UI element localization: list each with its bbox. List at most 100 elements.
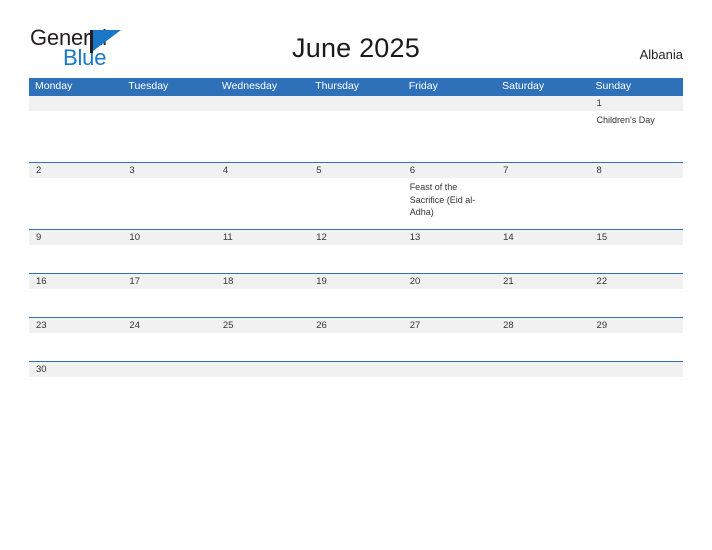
page-title: June 2025 bbox=[292, 33, 420, 63]
day-event[interactable] bbox=[496, 245, 589, 273]
day-number[interactable]: 18 bbox=[216, 274, 309, 289]
day-number[interactable]: 29 bbox=[590, 318, 683, 333]
day-event[interactable] bbox=[122, 289, 215, 317]
day-number[interactable]: 15 bbox=[590, 230, 683, 245]
weekday-monday: Monday bbox=[35, 80, 73, 92]
page-header: General Blue June 2025 Albania bbox=[0, 0, 712, 69]
day-number[interactable]: 1 bbox=[590, 96, 683, 111]
day-number[interactable] bbox=[590, 362, 683, 377]
day-number[interactable] bbox=[496, 362, 589, 377]
day-number[interactable]: 25 bbox=[216, 318, 309, 333]
day-number[interactable]: 27 bbox=[403, 318, 496, 333]
day-number[interactable]: 6 bbox=[403, 163, 496, 178]
day-number[interactable]: 20 bbox=[403, 274, 496, 289]
day-number[interactable]: 26 bbox=[309, 318, 402, 333]
day-number[interactable]: 9 bbox=[29, 230, 122, 245]
day-event[interactable] bbox=[29, 111, 122, 162]
day-event[interactable] bbox=[403, 289, 496, 317]
day-number[interactable]: 21 bbox=[496, 274, 589, 289]
day-event[interactable] bbox=[216, 377, 309, 397]
day-number[interactable]: 30 bbox=[29, 362, 122, 377]
weekday-tuesday: Tuesday bbox=[128, 80, 169, 92]
day-number[interactable]: 22 bbox=[590, 274, 683, 289]
day-event[interactable] bbox=[403, 333, 496, 361]
day-event[interactable] bbox=[496, 333, 589, 361]
week-event-band: Feast of the Sacrifice (Eid al-Adha) bbox=[29, 178, 683, 229]
weekday-header-row: Monday Tuesday Wednesday Thursday Friday… bbox=[29, 78, 683, 95]
day-number[interactable] bbox=[122, 96, 215, 111]
day-event[interactable] bbox=[216, 245, 309, 273]
week-row: 1 Children's Day bbox=[29, 95, 683, 162]
week-row: 23 24 25 26 27 28 29 bbox=[29, 317, 683, 361]
day-event[interactable] bbox=[122, 377, 215, 397]
day-event[interactable] bbox=[590, 377, 683, 397]
day-event[interactable]: Children's Day bbox=[590, 111, 683, 162]
day-event[interactable] bbox=[29, 377, 122, 397]
day-event[interactable] bbox=[216, 289, 309, 317]
day-event[interactable] bbox=[496, 111, 589, 162]
day-event[interactable] bbox=[29, 289, 122, 317]
day-event[interactable] bbox=[590, 245, 683, 273]
day-number[interactable]: 24 bbox=[122, 318, 215, 333]
day-number[interactable]: 5 bbox=[309, 163, 402, 178]
day-number[interactable]: 12 bbox=[309, 230, 402, 245]
week-event-band bbox=[29, 245, 683, 273]
day-event[interactable] bbox=[122, 111, 215, 162]
day-event[interactable] bbox=[29, 245, 122, 273]
week-date-band: 23 24 25 26 27 28 29 bbox=[29, 318, 683, 333]
day-number[interactable] bbox=[29, 96, 122, 111]
day-number[interactable] bbox=[309, 362, 402, 377]
day-number[interactable] bbox=[216, 96, 309, 111]
day-event[interactable] bbox=[496, 178, 589, 229]
day-number[interactable]: 13 bbox=[403, 230, 496, 245]
day-number[interactable]: 23 bbox=[29, 318, 122, 333]
day-event[interactable] bbox=[216, 333, 309, 361]
day-number[interactable] bbox=[122, 362, 215, 377]
day-number[interactable]: 7 bbox=[496, 163, 589, 178]
day-event[interactable] bbox=[496, 289, 589, 317]
weekday-friday: Friday bbox=[408, 80, 438, 92]
day-event[interactable] bbox=[403, 111, 496, 162]
day-number[interactable]: 19 bbox=[309, 274, 402, 289]
day-event[interactable] bbox=[403, 245, 496, 273]
day-event[interactable] bbox=[309, 111, 402, 162]
day-event[interactable] bbox=[309, 178, 402, 229]
calendar-page: General Blue June 2025 Albania Monday Tu… bbox=[0, 0, 712, 550]
day-event[interactable] bbox=[216, 111, 309, 162]
day-number[interactable]: 28 bbox=[496, 318, 589, 333]
day-number[interactable]: 14 bbox=[496, 230, 589, 245]
day-event[interactable] bbox=[403, 377, 496, 397]
day-number[interactable]: 4 bbox=[216, 163, 309, 178]
week-event-band bbox=[29, 289, 683, 317]
day-number[interactable] bbox=[216, 362, 309, 377]
day-event[interactable] bbox=[216, 178, 309, 229]
day-event[interactable] bbox=[122, 245, 215, 273]
day-number[interactable]: 10 bbox=[122, 230, 215, 245]
day-event[interactable] bbox=[29, 333, 122, 361]
day-event[interactable] bbox=[122, 333, 215, 361]
weekday-thursday: Thursday bbox=[315, 80, 360, 92]
month-calendar: Monday Tuesday Wednesday Thursday Friday… bbox=[29, 78, 683, 397]
day-number[interactable]: 8 bbox=[590, 163, 683, 178]
day-event[interactable]: Feast of the Sacrifice (Eid al-Adha) bbox=[403, 178, 496, 229]
day-event[interactable] bbox=[122, 178, 215, 229]
day-number[interactable] bbox=[309, 96, 402, 111]
day-number[interactable] bbox=[403, 362, 496, 377]
day-event[interactable] bbox=[309, 289, 402, 317]
day-event[interactable] bbox=[590, 178, 683, 229]
day-event[interactable] bbox=[590, 289, 683, 317]
day-event[interactable] bbox=[309, 377, 402, 397]
day-event[interactable] bbox=[309, 245, 402, 273]
week-date-band: 30 bbox=[29, 362, 683, 377]
day-event[interactable] bbox=[29, 178, 122, 229]
day-event[interactable] bbox=[309, 333, 402, 361]
day-number[interactable]: 16 bbox=[29, 274, 122, 289]
day-number[interactable] bbox=[403, 96, 496, 111]
day-event[interactable] bbox=[496, 377, 589, 397]
day-number[interactable]: 17 bbox=[122, 274, 215, 289]
day-event[interactable] bbox=[590, 333, 683, 361]
day-number[interactable]: 3 bbox=[122, 163, 215, 178]
day-number[interactable]: 2 bbox=[29, 163, 122, 178]
day-number[interactable] bbox=[496, 96, 589, 111]
day-number[interactable]: 11 bbox=[216, 230, 309, 245]
